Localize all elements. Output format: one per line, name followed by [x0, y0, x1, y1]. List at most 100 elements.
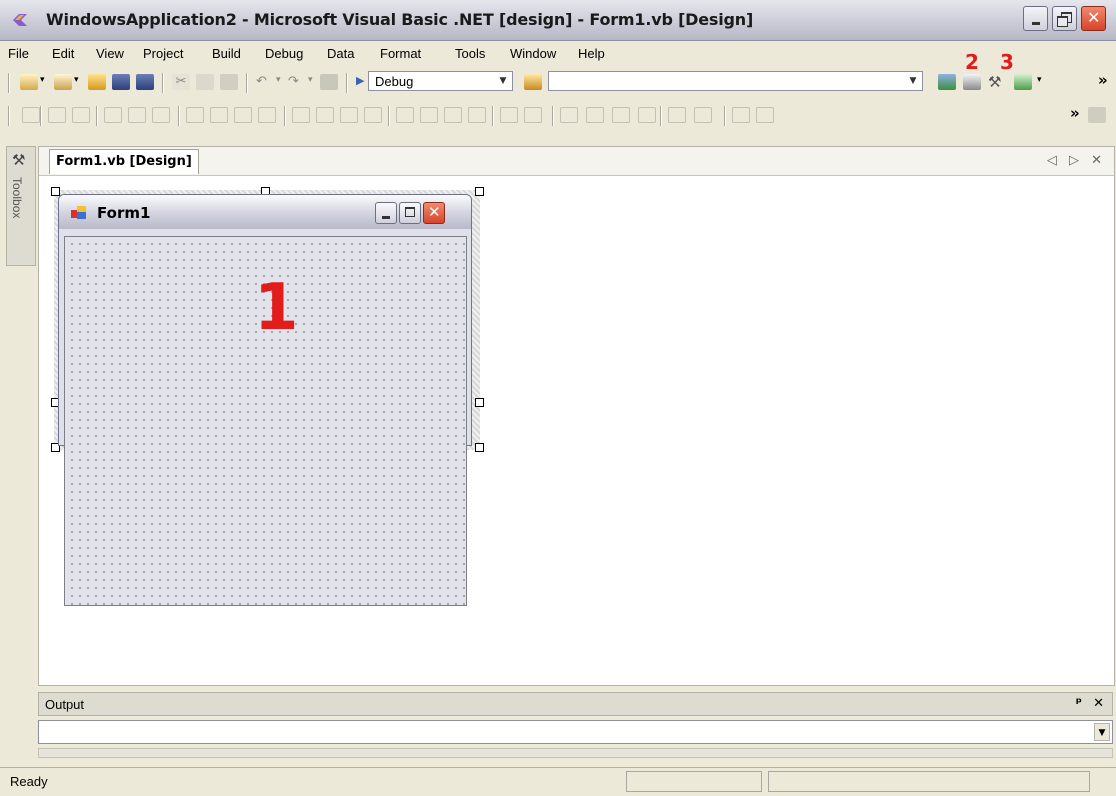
find-icon[interactable]: [524, 74, 542, 90]
layout-tool-icon[interactable]: [258, 107, 276, 123]
close-icon: ✕: [1087, 8, 1101, 27]
layout-tool-icon[interactable]: [396, 107, 414, 123]
layout-tool-icon[interactable]: [638, 107, 656, 123]
layout-tool-icon[interactable]: [340, 107, 358, 123]
layout-tool-icon[interactable]: [128, 107, 146, 123]
layout-tool-icon[interactable]: [104, 107, 122, 123]
toolbox-tab[interactable]: ⚒ Toolbox: [6, 146, 36, 266]
minimize-icon: [382, 216, 390, 219]
menu-tools[interactable]: Tools: [455, 46, 485, 61]
layout-tool-icon[interactable]: [668, 107, 686, 123]
layout-tool-icon[interactable]: [210, 107, 228, 123]
layout-tool-icon[interactable]: [500, 107, 518, 123]
menu-project[interactable]: Project: [143, 46, 183, 61]
new-project-icon[interactable]: [20, 74, 38, 90]
form-title: Form1: [97, 204, 151, 222]
layout-tool-icon[interactable]: [186, 107, 204, 123]
toolbar-overflow-icon[interactable]: »: [1098, 71, 1108, 89]
menu-bar: File Edit View Project Build Debug Data …: [0, 41, 1116, 65]
toolbar-overflow-icon[interactable]: »: [1070, 104, 1080, 122]
minimize-button[interactable]: [1023, 6, 1048, 31]
layout-tool-icon[interactable]: [694, 107, 712, 123]
close-icon: ✕: [428, 203, 441, 221]
title-bar: WindowsApplication2 - Microsoft Visual B…: [0, 0, 1116, 41]
copy-icon[interactable]: [196, 74, 214, 90]
menu-window[interactable]: Window: [510, 46, 556, 61]
resize-handle[interactable]: [475, 398, 484, 407]
layout-tool-icon[interactable]: [72, 107, 90, 123]
form-maximize-button[interactable]: [399, 202, 421, 224]
redo-icon[interactable]: ↷: [288, 74, 306, 90]
layout-tool-icon[interactable]: [48, 107, 66, 123]
layout-tool-icon[interactable]: [524, 107, 542, 123]
resize-handle[interactable]: [475, 443, 484, 452]
close-button[interactable]: ✕: [1081, 6, 1106, 31]
properties-icon[interactable]: [963, 74, 981, 90]
layout-tool-icon[interactable]: [22, 107, 40, 123]
chevron-down-icon[interactable]: ▼: [1094, 723, 1110, 741]
menu-view[interactable]: View: [96, 46, 124, 61]
layout-tool-icon[interactable]: [444, 107, 462, 123]
restore-button[interactable]: [1052, 6, 1077, 31]
menu-data[interactable]: Data: [327, 46, 354, 61]
paste-icon[interactable]: [220, 74, 238, 90]
toolbar-options-icon[interactable]: [1088, 107, 1106, 123]
status-panel: [626, 771, 762, 792]
chevron-down-icon[interactable]: ▼: [906, 73, 920, 89]
annotation-2: 2: [965, 50, 979, 74]
layout-tool-icon[interactable]: [560, 107, 578, 123]
output-pane-header: Output ᵖ ✕: [38, 692, 1113, 716]
undo-icon[interactable]: ↶: [256, 74, 274, 90]
layout-tool-icon[interactable]: [152, 107, 170, 123]
layout-tool-icon[interactable]: [468, 107, 486, 123]
document-tab-strip: Form1.vb [Design] ◁ ▷ ✕: [39, 147, 1114, 176]
minimize-icon: [1032, 22, 1040, 25]
menu-debug[interactable]: Debug: [265, 46, 303, 61]
resize-handle[interactable]: [475, 187, 484, 196]
find-combo[interactable]: ▼: [548, 71, 923, 91]
form-icon: [71, 206, 86, 219]
layout-tool-icon[interactable]: [292, 107, 310, 123]
form-close-button[interactable]: ✕: [423, 202, 445, 224]
save-icon[interactable]: [112, 74, 130, 90]
output-source-combo[interactable]: ▼: [38, 720, 1113, 744]
layout-tool-icon[interactable]: [586, 107, 604, 123]
menu-edit[interactable]: Edit: [52, 46, 74, 61]
cut-icon[interactable]: ✂: [172, 74, 190, 90]
form-minimize-button[interactable]: [375, 202, 397, 224]
add-item-icon[interactable]: [54, 74, 72, 90]
navigate-icon[interactable]: [320, 74, 338, 90]
toolbox-icon[interactable]: ⚒: [988, 74, 1006, 90]
save-all-icon[interactable]: [136, 74, 154, 90]
solution-config-combo[interactable]: Debug ▼: [368, 71, 513, 91]
tab-form1-design[interactable]: Form1.vb [Design]: [49, 149, 199, 174]
layout-tool-icon[interactable]: [234, 107, 252, 123]
status-text: Ready: [10, 774, 48, 789]
menu-format[interactable]: Format: [380, 46, 421, 61]
chevron-down-icon[interactable]: ▾: [40, 75, 45, 85]
tab-nav-icons[interactable]: ◁ ▷ ✕: [1047, 153, 1106, 168]
close-icon[interactable]: ✕: [1093, 696, 1104, 711]
menu-build[interactable]: Build: [212, 46, 241, 61]
layout-tool-icon[interactable]: [420, 107, 438, 123]
window-title: WindowsApplication2 - Microsoft Visual B…: [46, 10, 754, 29]
layout-tool-icon[interactable]: [364, 107, 382, 123]
layout-tool-icon[interactable]: [316, 107, 334, 123]
chevron-down-icon[interactable]: ▾: [74, 75, 79, 85]
chevron-down-icon[interactable]: ▼: [496, 73, 510, 89]
pin-icon[interactable]: ᵖ: [1076, 696, 1082, 711]
menu-help[interactable]: Help: [578, 46, 605, 61]
form-title-bar: Form1 ✕: [59, 195, 471, 229]
class-view-icon[interactable]: [1014, 74, 1032, 90]
start-icon[interactable]: ▶: [356, 74, 364, 87]
menu-file[interactable]: File: [8, 46, 29, 61]
layout-tool-icon[interactable]: [756, 107, 774, 123]
layout-tool-icon[interactable]: [732, 107, 750, 123]
output-text-area[interactable]: [38, 748, 1113, 758]
annotation-3: 3: [1000, 50, 1014, 74]
open-icon[interactable]: [88, 74, 106, 90]
solution-explorer-icon[interactable]: [938, 74, 956, 90]
resize-handle[interactable]: [51, 187, 60, 196]
layout-toolbar: »: [0, 100, 1116, 130]
layout-tool-icon[interactable]: [612, 107, 630, 123]
